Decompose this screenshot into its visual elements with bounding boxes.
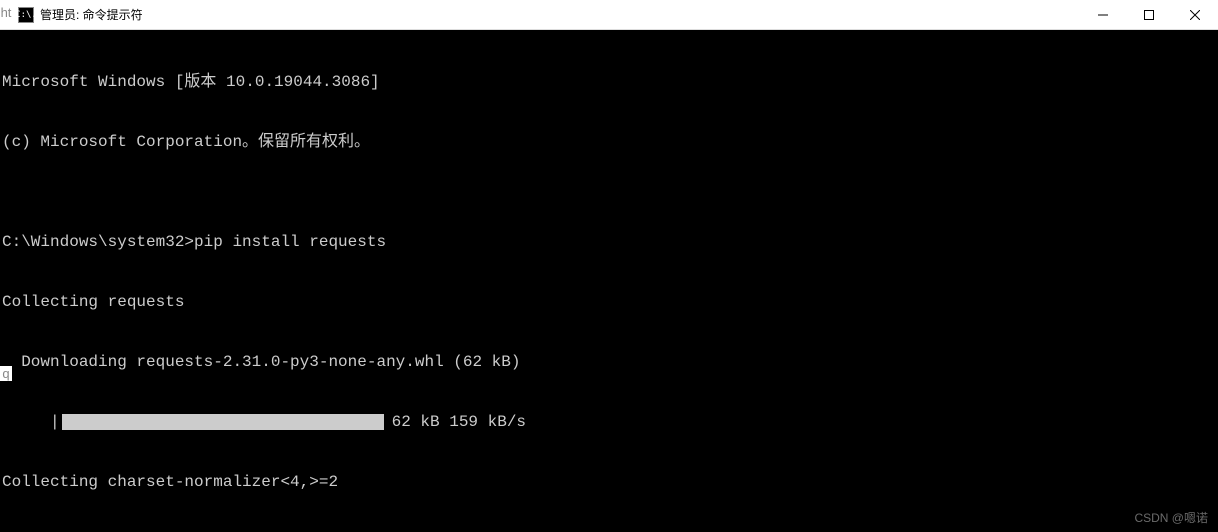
minimize-icon [1098, 10, 1108, 20]
watermark: CSDN @嗯诺 [1134, 508, 1208, 528]
minimize-button[interactable] [1080, 0, 1126, 29]
side-text-mid: q [0, 366, 12, 381]
downloading-requests: Downloading requests-2.31.0-py3-none-any… [2, 352, 1218, 372]
maximize-button[interactable] [1126, 0, 1172, 29]
titlebar-left: C:\. 管理员: 命令提示符 [0, 6, 143, 23]
prompt-path: C:\Windows\system32> [2, 233, 194, 251]
window-title: 管理员: 命令提示符 [40, 6, 143, 23]
cmd-icon: C:\. [18, 7, 34, 23]
titlebar[interactable]: C:\. 管理员: 命令提示符 [0, 0, 1218, 30]
progress-pipe: | [2, 412, 60, 432]
terminal-output[interactable]: Microsoft Windows [版本 10.0.19044.3086] (… [0, 30, 1218, 532]
prompt-line: C:\Windows\system32>pip install requests [2, 232, 1218, 252]
typed-command: pip install requests [194, 233, 386, 251]
progress-stats: 62 kB 159 kB/s [386, 412, 526, 432]
close-button[interactable] [1172, 0, 1218, 29]
collecting-requests: Collecting requests [2, 292, 1218, 312]
close-icon [1190, 10, 1200, 20]
os-header: Microsoft Windows [版本 10.0.19044.3086] [2, 72, 1218, 92]
maximize-icon [1144, 10, 1154, 20]
progress-requests: | 62 kB 159 kB/s [2, 412, 1218, 432]
collecting-charset: Collecting charset-normalizer<4,>=2 [2, 472, 1218, 492]
progress-bar [62, 414, 384, 430]
window-controls [1080, 0, 1218, 29]
window: ht q C:\. 管理员: 命令提示符 Microsoft Windows [… [0, 0, 1218, 532]
copyright-line: (c) Microsoft Corporation。保留所有权利。 [2, 132, 1218, 152]
side-text-top: ht [0, 5, 12, 20]
